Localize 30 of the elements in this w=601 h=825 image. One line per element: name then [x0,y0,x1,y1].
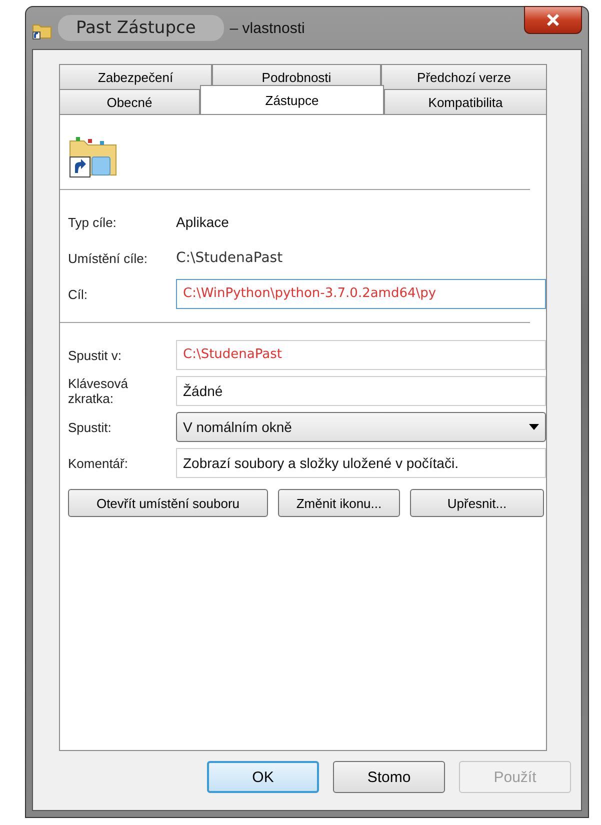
field-label: Spustit: [67,420,112,434]
tab[interactable]: Zabezpečení [59,64,212,89]
tab[interactable]: Obecné [59,89,200,114]
field-value: C:\StudenaPast [176,250,283,266]
action-button[interactable]: Otevřít umístění souboru [68,489,268,517]
input-field[interactable]: Zobrazí soubory a složky uložené v počítači. [176,448,546,478]
dropdown-arrow-icon [529,424,539,430]
input-field[interactable]: Žádné [176,376,546,406]
field-value: Aplikace [176,214,229,230]
dialog-button[interactable]: Stomo [333,761,445,793]
dialog-button[interactable]: OK [207,761,319,793]
window-title: Past Zástupce [58,15,224,41]
tab[interactable]: Zástupce [200,85,384,114]
field-label: Cíl: [67,286,88,302]
field-label: Umístění cíle: [67,250,148,266]
window-title-suffix: – vlastnosti [230,20,305,36]
run-dropdown[interactable]: V nomálním okně [176,412,546,442]
action-button[interactable]: Upřesnit... [410,489,544,517]
tab[interactable]: Kompatibilita [384,89,547,114]
input-field[interactable]: C:\StudenaPast [176,340,546,370]
field-label: Spustit v: [67,348,122,362]
close-button[interactable] [524,6,582,34]
field-label: Typ cíle: [67,214,118,230]
field-label: Klávesová zkratka: [67,376,129,406]
action-button[interactable]: Změnit ikonu... [278,489,400,517]
target-field[interactable]: C:\WinPython\python-3.7.0.2amd64\py [176,279,546,309]
tab[interactable]: Předchozí verze [381,64,547,89]
shortcut-folder-icon [68,135,118,179]
field-label: Komentář: [67,456,129,470]
close-icon [546,13,560,27]
